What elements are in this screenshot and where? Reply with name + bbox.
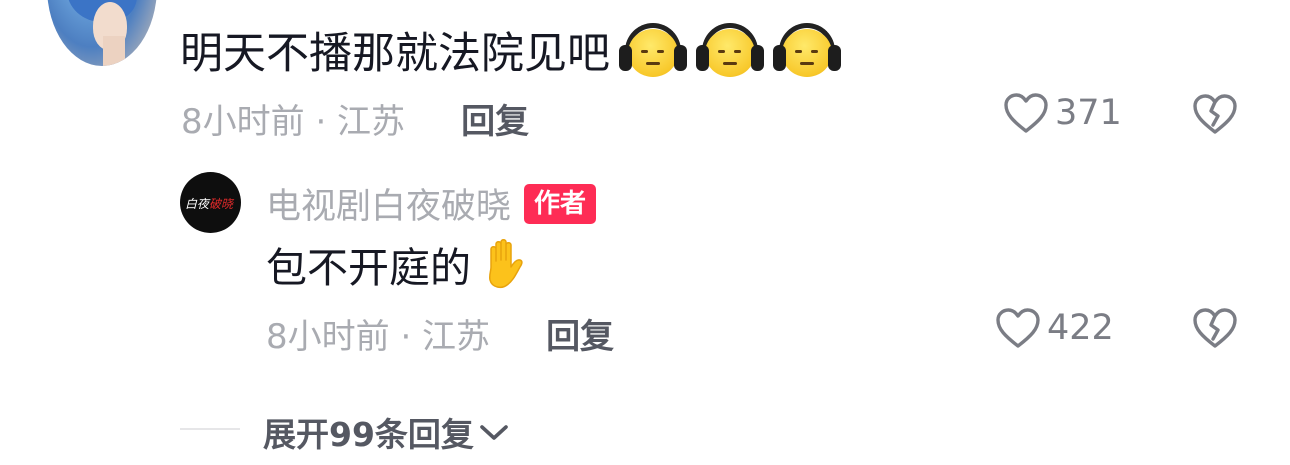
expand-divider: [180, 428, 240, 430]
commenter-avatar[interactable]: [47, 0, 157, 66]
comment-content: 明天不播那就法院见吧: [180, 22, 841, 79]
author-name-row: 电视剧白夜破晓 作者: [266, 178, 597, 229]
author-badge: 作者: [524, 183, 597, 224]
headphone-face-emoji-icon: [696, 23, 764, 77]
headphone-face-emoji-icon: [619, 23, 687, 77]
comment-time-location: 8小时前 · 江苏: [181, 102, 406, 142]
reply-like-count: 422: [1047, 308, 1114, 348]
reply-content: 包不开庭的: [266, 237, 533, 292]
reply-meta: 8小时前 · 江苏 回复: [266, 309, 614, 358]
reply-time-location: 8小时前 · 江苏: [266, 317, 491, 357]
heart-outline-icon: [995, 307, 1041, 349]
headphone-face-emoji-icon: [773, 23, 841, 77]
expand-replies-label: 展开99条回复: [263, 415, 474, 454]
chevron-down-icon: [474, 420, 510, 444]
heart-outline-icon: [1003, 92, 1049, 134]
reply-like-button[interactable]: 422: [995, 307, 1114, 349]
comment-meta: 8小时前 · 江苏 回复: [181, 94, 529, 143]
reply-reply-button[interactable]: 回复: [546, 309, 614, 358]
svg-text:白夜: 白夜: [185, 197, 211, 211]
comment-reply-button[interactable]: 回复: [461, 94, 529, 143]
comment-like-count: 371: [1055, 93, 1122, 133]
expand-replies-button[interactable]: 展开99条回复: [263, 408, 510, 456]
broken-heart-icon: [1192, 92, 1238, 136]
author-avatar[interactable]: 白夜 破晓: [180, 172, 241, 233]
reply-text: 包不开庭的: [266, 244, 471, 292]
comment-text: 明天不播那就法院见吧: [180, 29, 610, 79]
comment-dislike-button[interactable]: [1192, 92, 1238, 138]
svg-text:破晓: 破晓: [209, 197, 235, 211]
raised-hand-emoji-icon: [477, 237, 533, 291]
author-name[interactable]: 电视剧白夜破晓: [266, 178, 511, 229]
reply-dislike-button[interactable]: [1192, 306, 1238, 352]
broken-heart-icon: [1192, 306, 1238, 350]
comment-like-button[interactable]: 371: [1003, 92, 1122, 134]
